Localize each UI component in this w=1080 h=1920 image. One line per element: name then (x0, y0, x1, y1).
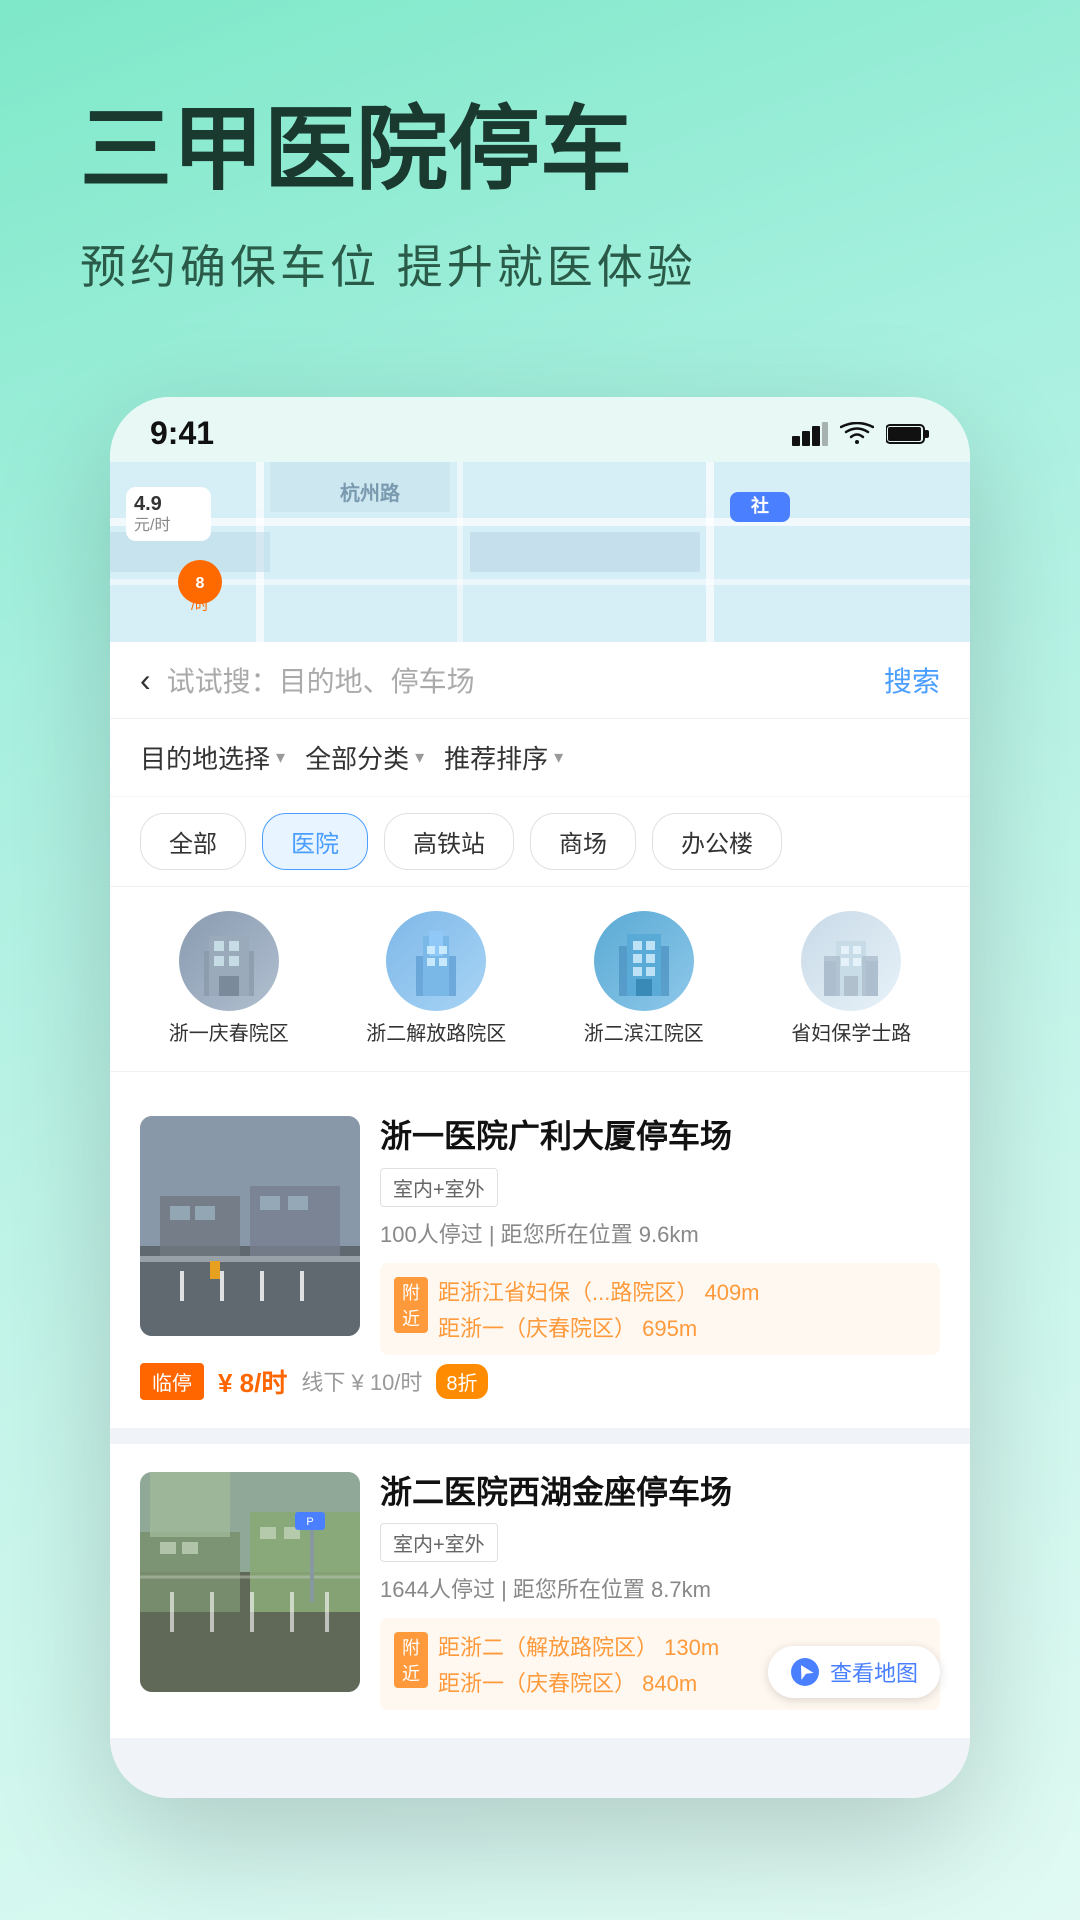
hospital-building-2 (401, 926, 471, 996)
hospital-item-3[interactable]: 浙二滨江院区 (545, 911, 743, 1047)
filter-sort[interactable]: 推荐排序 ▾ (444, 739, 563, 776)
status-icons (792, 422, 930, 446)
hospital-item-2[interactable]: 浙二解放路院区 (338, 911, 536, 1047)
svg-text:杭州路: 杭州路 (340, 481, 401, 505)
status-time: 9:41 (150, 415, 214, 452)
category-row: 全部 医院 高铁站 商场 办公楼 (110, 797, 970, 887)
status-bar: 9:41 (110, 397, 970, 462)
card-meta-2: 1644人停过 | 距您所在位置 8.7km (380, 1572, 940, 1604)
svg-text:社: 社 (751, 495, 769, 516)
filter-row: 目的地选择 ▾ 全部分类 ▾ 推荐排序 ▾ (110, 719, 970, 797)
cat-tab-office[interactable]: 办公楼 (652, 813, 782, 870)
hospital-item-1[interactable]: 浙一庆春院区 (130, 911, 328, 1047)
filter-category[interactable]: 全部分类 ▾ (305, 739, 424, 776)
hospital-row: 浙一庆春院区 浙二解放路院区 (110, 887, 970, 1072)
badge-row-1: 室内+室外 (380, 1168, 940, 1207)
svg-text:P: P (306, 1516, 313, 1528)
filter-category-arrow: ▾ (415, 747, 424, 768)
map-nav-icon (790, 1657, 820, 1687)
filter-sort-arrow: ▾ (554, 747, 563, 768)
hero-title: 三甲医院停车 (80, 100, 1000, 201)
filter-destination-label: 目的地选择 (140, 739, 270, 776)
map-svg: 4.9 元/时 8 /时 社 杭州路 (110, 462, 970, 642)
type-label-1: 临停 (140, 1363, 204, 1400)
nearby-dist-1-1: 距浙一（庆春院区） 695m (438, 1311, 760, 1343)
nearby-row-1: 附近 距浙江省妇保（...路院区） 409m 距浙一（庆春院区） 695m (394, 1275, 926, 1343)
hospital-avatar-3 (594, 911, 694, 1011)
search-bar: ‹ 试试搜：目的地、停车场 搜索 (110, 642, 970, 719)
hospital-building-4 (816, 926, 886, 996)
hospital-name-1: 浙一庆春院区 (169, 1021, 289, 1047)
card-visitors-2: 1644人停过 (380, 1577, 495, 1602)
card-separator-2: | (501, 1577, 513, 1602)
card-title-1: 浙一医院广利大厦停车场 (380, 1116, 940, 1158)
filter-destination-arrow: ▾ (276, 747, 285, 768)
parking-card-1[interactable]: 浙一医院广利大厦停车场 室内+室外 100人停过 | 距您所在位置 9.6km … (110, 1088, 970, 1428)
nearby-label-1: 附近 (394, 1277, 428, 1333)
discount-badge-1: 8折 (436, 1364, 487, 1399)
nearby-dist-1-0: 距浙江省妇保（...路院区） 409m (438, 1275, 760, 1307)
hospital-avatar-4 (801, 911, 901, 1011)
card-image-2: P (140, 1472, 360, 1692)
cat-tab-mall[interactable]: 商场 (530, 813, 636, 870)
hospital-name-2: 浙二解放路院区 (366, 1021, 506, 1047)
nearby-distances-2: 距浙二（解放路院区） 130m 距浙一（庆春院区） 840m (438, 1630, 719, 1698)
svg-text:/时: /时 (191, 597, 209, 613)
hospital-avatar-1 (179, 911, 279, 1011)
map-view-button[interactable]: 查看地图 (768, 1646, 940, 1698)
parking-photo-svg-2: P (140, 1472, 360, 1692)
parking-photo-svg-1 (140, 1116, 360, 1336)
card-badge-1: 室内+室外 (380, 1168, 498, 1207)
card-badge-2: 室内+室外 (380, 1523, 498, 1562)
phone-mockup: 9:41 (110, 397, 970, 1798)
results-section: 浙一医院广利大厦停车场 室内+室外 100人停过 | 距您所在位置 9.6km … (110, 1088, 970, 1798)
nearby-label-2: 附近 (394, 1632, 428, 1688)
battery-icon (886, 422, 930, 446)
svg-text:元/时: 元/时 (134, 516, 170, 534)
search-button[interactable]: 搜索 (884, 660, 940, 700)
card-title-2: 浙二医院西湖金座停车场 (380, 1472, 940, 1514)
parking-card-2[interactable]: P 浙二医院西湖金座停车场 室内+室外 1644人停过 | 距您所在位置 8.7… (110, 1444, 970, 1739)
search-placeholder[interactable]: 试试搜：目的地、停车场 (167, 660, 868, 700)
hospital-avatar-2 (386, 911, 486, 1011)
price-main-1: ¥ 8/时 (218, 1363, 287, 1400)
nearby-dist-2-1: 距浙一（庆春院区） 840m (438, 1666, 719, 1698)
nearby-dist-2-0: 距浙二（解放路院区） 130m (438, 1630, 719, 1662)
hospital-building-1 (194, 926, 264, 996)
badge-row-2: 室内+室外 (380, 1523, 940, 1562)
nearby-box-1: 附近 距浙江省妇保（...路院区） 409m 距浙一（庆春院区） 695m (380, 1263, 940, 1355)
hospital-name-3: 浙二滨江院区 (584, 1021, 704, 1047)
filter-category-label: 全部分类 (305, 739, 409, 776)
map-view-label: 查看地图 (830, 1656, 918, 1688)
cat-tab-all[interactable]: 全部 (140, 813, 246, 870)
price-offline-1: 线下 ¥ 10/时 (301, 1365, 422, 1397)
card-distance-2: 距您所在位置 8.7km (513, 1577, 711, 1602)
signal-icon (792, 422, 828, 446)
card-distance-1: 距您所在位置 9.6km (501, 1222, 699, 1247)
hospital-building-3 (609, 926, 679, 996)
cat-tab-hospital[interactable]: 医院 (262, 813, 368, 870)
card-main-1: 浙一医院广利大厦停车场 室内+室外 100人停过 | 距您所在位置 9.6km … (140, 1116, 940, 1355)
hospital-item-4[interactable]: 省妇保学士路 (753, 911, 951, 1047)
card-separator-1: | (489, 1222, 501, 1247)
card-content-1: 浙一医院广利大厦停车场 室内+室外 100人停过 | 距您所在位置 9.6km … (380, 1116, 940, 1355)
svg-text:4.9: 4.9 (134, 493, 162, 515)
wifi-icon (840, 422, 874, 446)
card-meta-1: 100人停过 | 距您所在位置 9.6km (380, 1217, 940, 1249)
hero-section: 三甲医院停车 预约确保车位 提升就医体验 (0, 0, 1080, 357)
map-area: 4.9 元/时 8 /时 社 杭州路 (110, 462, 970, 642)
cat-tab-train[interactable]: 高铁站 (384, 813, 514, 870)
price-row-1: 临停 ¥ 8/时 线下 ¥ 10/时 8折 (140, 1363, 940, 1400)
hero-subtitle: 预约确保车位 提升就医体验 (80, 231, 1000, 297)
svg-text:8: 8 (196, 575, 205, 592)
card-visitors-1: 100人停过 (380, 1222, 483, 1247)
card-image-1 (140, 1116, 360, 1336)
fade-overlay (110, 1738, 970, 1798)
hospital-name-4: 省妇保学士路 (791, 1021, 911, 1047)
back-button[interactable]: ‹ (140, 662, 151, 699)
filter-destination[interactable]: 目的地选择 ▾ (140, 739, 285, 776)
nearby-distances-1: 距浙江省妇保（...路院区） 409m 距浙一（庆春院区） 695m (438, 1275, 760, 1343)
filter-sort-label: 推荐排序 (444, 739, 548, 776)
